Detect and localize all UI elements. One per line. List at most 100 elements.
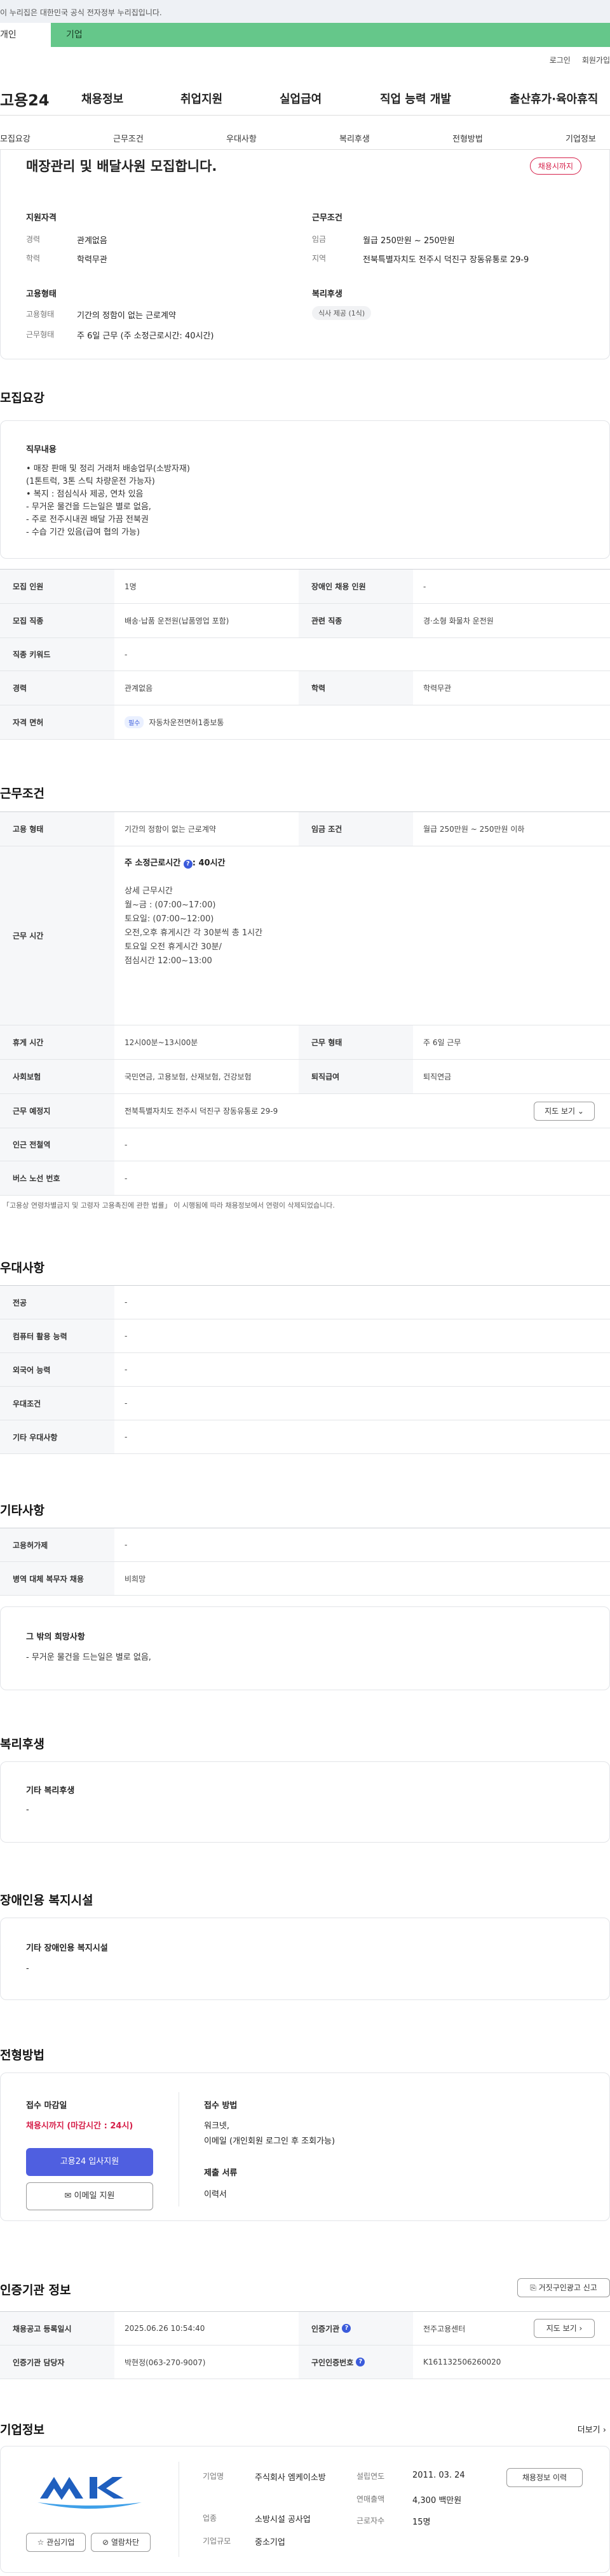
industry-value: 소방시설 공사업 [255, 2515, 311, 2525]
industry-label: 업종 [203, 2514, 217, 2523]
cell-value: - [423, 582, 426, 591]
cell-label: 컴퓨터 활용 능력 [0, 1319, 114, 1352]
region-label: 지역 [312, 254, 327, 263]
section-nav-welfare[interactable]: 복리후생 [339, 132, 370, 144]
table-row: 기타 우대사항 - [0, 1420, 610, 1454]
cell-label: 고용허가제 [0, 1528, 114, 1561]
career-value: 관계없음 [77, 236, 107, 246]
site-logo[interactable]: 고용24 [0, 88, 50, 110]
table-row: 채용공고 등록일시 2025.06.26 10:54:40 인증기관 ? 전주고… [0, 2312, 610, 2346]
tab-personal[interactable]: 개인 [0, 23, 51, 47]
tab-company[interactable]: 기업 [51, 23, 610, 47]
employees-value: 15명 [412, 2518, 431, 2527]
cell-label: 인증기관 담당자 [0, 2346, 114, 2379]
cell-value: K161132506260020 [423, 2358, 501, 2366]
cert-no-label-text: 구인인증번호 [311, 2358, 354, 2367]
info-icon[interactable]: ? [183, 860, 193, 869]
gnb-menu-training[interactable]: 직업 능력 개발 [380, 90, 451, 107]
time-line: 상세 근무시간 [125, 886, 173, 896]
table-row: 전공 - [0, 1286, 610, 1319]
page: 이 누리집은 대한민국 공식 전자정부 누리집입니다. 개인 기업 로그인 회원가… [0, 0, 610, 2576]
cell-value: 비희망 [125, 1574, 146, 1584]
region-value: 전북특별자치도 전주시 덕진구 장동유통로 29-9 [363, 255, 529, 265]
cell-label: 학력 [299, 671, 413, 705]
work-hours: 주 소정근로시간 ?: 40시간 [125, 857, 262, 871]
table-row: 모집 직종 배송·납품 운전원(납품영업 포함) 관련 직종 경·소형 화물차 … [0, 604, 610, 638]
cell-label: 근무 예정지 [0, 1094, 114, 1128]
info-icon[interactable]: ? [356, 2358, 365, 2366]
cell-value: 학력무관 [423, 684, 452, 693]
block-label: 열람차단 [111, 2538, 140, 2547]
job-history-button[interactable]: 채용정보 이력 [506, 2468, 583, 2487]
map-button[interactable]: 지도 보기 ⌄ [534, 1102, 595, 1121]
signup-link[interactable]: 회원가입 [582, 56, 610, 65]
favorite-label: 관심기업 [46, 2538, 75, 2547]
cell-label: 외국어 능력 [0, 1353, 114, 1386]
table-row: 인근 전철역 - [0, 1128, 610, 1161]
founded-value: 2011. 03. 24 [412, 2471, 465, 2480]
agency-map-label: 지도 보기 [546, 2324, 577, 2333]
cell-value: 전북특별자치도 전주시 덕진구 장동유통로 29-9 [125, 1107, 278, 1116]
section-nav-company[interactable]: 기업정보 [566, 132, 596, 144]
star-icon: ☆ [37, 2538, 44, 2547]
table-row: 사회보험 국민연금, 고용보험, 산재보험, 건강보험 퇴직급여 퇴직연금 [0, 1060, 610, 1094]
section-nav-recruit[interactable]: 모집요강 [0, 132, 30, 144]
block-icon: ⊘ [102, 2538, 109, 2547]
block-button[interactable]: ⊘ 열람차단 [91, 2533, 151, 2552]
table-row: 경력 관계없음 학력 학력무관 [0, 671, 610, 705]
deadline-badge: 채용시까지 [529, 157, 581, 175]
cell-label: 임금 조건 [299, 812, 413, 846]
cell-value: - [125, 1365, 128, 1374]
recruit-table: 모집 인원 1명 장애인 채용 인원 - 모집 직종 배송·납품 운전원(납품영… [0, 569, 610, 740]
cell-value: 12시00분~13시00분 [125, 1038, 198, 1047]
table-row: 모집 인원 1명 장애인 채용 인원 - [0, 570, 610, 604]
section-nav-apply[interactable]: 전형방법 [452, 132, 483, 144]
recruit-heading: 모집요강 [0, 391, 44, 405]
duty-title: 직무내용 [26, 445, 57, 455]
welfare-title: 복리후생 [312, 290, 342, 299]
time-line: 점심시간 12:00~13:00 [125, 956, 212, 966]
cell-label: 모집 인원 [0, 570, 114, 603]
more-link[interactable]: 더보기 › [578, 2423, 606, 2435]
agency-map-button[interactable]: 지도 보기 › [534, 2319, 595, 2338]
report-button[interactable]: ⎘ 거짓구인광고 신고 [517, 2278, 610, 2297]
cell-value: 국민연금, 고용보험, 산재보험, 건강보험 [125, 1072, 252, 1081]
cell-value: 주 6일 근무 [423, 1038, 461, 1047]
duty-line: - 주로 전주시내권 배달 가끔 전북권 [26, 515, 149, 524]
welfare-tag: 식사 제공 (1식) [312, 306, 372, 320]
gnb-menu-unemployment[interactable]: 실업급여 [280, 90, 322, 107]
size-value: 중소기업 [255, 2538, 285, 2547]
emp-title: 고용형태 [26, 290, 57, 299]
global-nav: 고용24 채용정보 취업지원 실업급여 직업 능력 개발 출산휴가·육아휴직 [0, 83, 610, 116]
table-row: 버스 노선 번호 - [0, 1161, 610, 1196]
cell-label: 장애인 채용 인원 [299, 570, 413, 603]
gnb-menu-jobs[interactable]: 채용정보 [81, 90, 123, 107]
support-title: 지원자격 [26, 213, 57, 223]
gnb-menu-leave[interactable]: 출산휴가·육아휴직 [510, 90, 598, 107]
cell-label: 휴게 시간 [0, 1025, 114, 1059]
duty-line: • 복지 : 점심식사 제공, 연차 있음 [26, 490, 144, 499]
apply-button[interactable]: 고용24 입사지원 [26, 2148, 153, 2176]
favorite-button[interactable]: ☆ 관심기업 [26, 2533, 86, 2552]
employees-label: 근로자수 [356, 2516, 385, 2525]
time-line: 월~금 : (07:00~17:00) [125, 900, 216, 910]
disabled-card-title: 기타 장애인용 복지시설 [26, 1944, 108, 1953]
info-icon[interactable]: ? [342, 2324, 351, 2333]
mail-icon: ✉ [64, 2191, 72, 2201]
gov-banner: 이 누리집은 대한민국 공식 전자정부 누리집입니다. [0, 0, 610, 23]
section-nav-preference[interactable]: 우대사항 [226, 132, 257, 144]
cell-value: - [125, 1140, 128, 1149]
cell-value: - [125, 1399, 128, 1408]
util-menu: 로그인 회원가입 [538, 55, 610, 65]
email-apply-button[interactable]: ✉ 이메일 지원 [26, 2182, 153, 2210]
welfare-heading: 복리후생 [0, 1737, 44, 1751]
time-line: 토요일: (07:00~12:00) [125, 914, 214, 924]
table-row: 고용허가제 - [0, 1528, 610, 1562]
duty-line: - 수습 기간 있음(급여 협의 가능) [26, 528, 140, 537]
duty-line: - 무거운 물건을 드는일은 별로 없음, [26, 502, 151, 512]
cell-label: 직종 키워드 [0, 638, 114, 671]
login-link[interactable]: 로그인 [550, 56, 571, 65]
gnb-menu-employment-support[interactable]: 취업지원 [180, 90, 222, 107]
section-nav-conditions[interactable]: 근무조건 [113, 132, 144, 144]
cell-label: 구인인증번호 ? [299, 2346, 413, 2379]
